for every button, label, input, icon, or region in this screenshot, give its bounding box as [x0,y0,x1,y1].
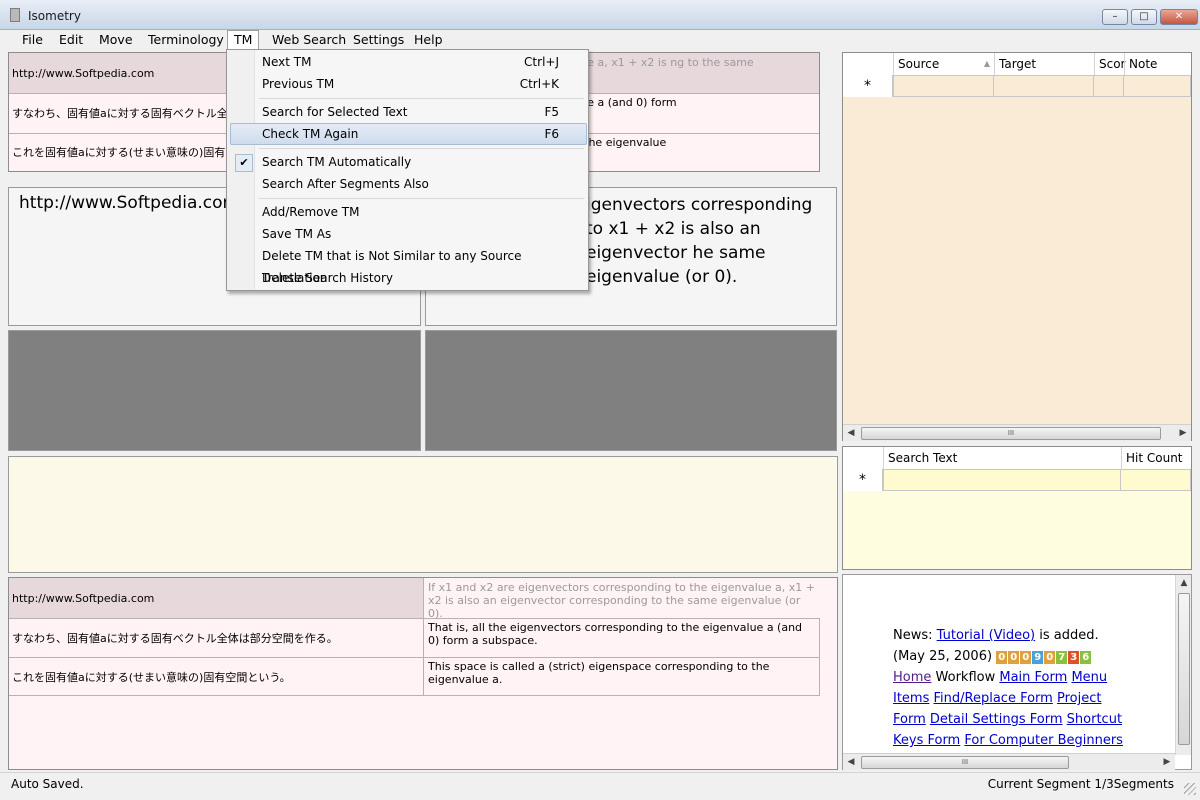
menu-terminology[interactable]: Terminology [142,30,230,50]
segment-position: Current Segment 1/3Segments [987,777,1174,791]
menu-item-save-tm-as[interactable]: Save TM As [230,223,587,245]
link-detail-settings-form[interactable]: Detail Settings Form [930,712,1063,727]
visit-counter: 00090736 [996,649,1092,664]
sort-asc-icon: ▲ [983,59,990,68]
column-header-search-text[interactable]: Search Text [883,447,1121,469]
segment-target: If x1 and x2 are eigenvectors correspond… [424,578,820,620]
checkmark-icon: ✔ [235,154,253,172]
menu-bar: File Edit Move Terminology TM Web Search… [0,30,1200,50]
minimize-button[interactable]: – [1102,9,1128,25]
segment-table: http://www.Softpedia.com If x1 and x2 ar… [8,577,838,770]
new-row-marker: * [843,469,883,491]
window-title: Isometry [28,9,81,23]
counter-digit: 0 [1044,651,1056,664]
column-header-source[interactable]: Source ▲ [893,53,994,75]
link-menu[interactable]: Menu [1071,670,1107,685]
target-preview-pane [425,330,837,451]
menu-settings[interactable]: Settings [347,30,410,50]
menu-edit[interactable]: Edit [53,30,89,50]
segment-target: That is, all the eigenvectors correspond… [428,621,803,647]
link-keys-form[interactable]: Keys Form [893,733,960,748]
counter-digit: 0 [1020,651,1032,664]
link-home[interactable]: Home [893,670,931,685]
counter-digit: 0 [1008,651,1020,664]
column-header-note[interactable]: Note [1124,53,1191,75]
menu-item-add-remove-tm[interactable]: Add/Remove TM [230,201,587,223]
table-row[interactable]: http://www.Softpedia.com If x1 and x2 ar… [9,578,820,620]
scroll-thumb[interactable]: III [861,756,1069,769]
link-find-replace-form[interactable]: Find/Replace Form [934,691,1053,706]
browser-vertical-scrollbar[interactable]: ▲ [1175,575,1191,755]
menu-separator [259,148,584,149]
status-text: Auto Saved. [11,777,84,791]
new-row-hit-count-cell[interactable] [1120,469,1191,491]
link-project[interactable]: Project [1057,691,1101,706]
status-bar: Auto Saved. Current Segment 1/3Segments [0,772,1200,800]
news-content: News: Tutorial (Video) is added. (May 25… [893,628,1123,748]
new-row-marker: * [843,75,893,97]
maximize-button[interactable]: □ [1131,9,1157,25]
link-main-form[interactable]: Main Form [999,670,1067,685]
menu-item-delete-search-history[interactable]: Delete Search History [230,267,587,289]
tutorial-video-link[interactable]: Tutorial (Video) [937,628,1036,643]
menu-separator [259,198,584,199]
segment-source: すなわち、固有値aに対する固有ベクトル全体は部分空間を作る。 [9,618,424,657]
counter-digit: 9 [1032,651,1044,664]
menu-item-search-selected-text[interactable]: Search for Selected Text F5 [230,101,587,123]
new-row-note-cell[interactable] [1123,75,1191,97]
menu-item-next-tm[interactable]: Next TM Ctrl+J [230,51,587,73]
link-shortcut[interactable]: Shortcut [1067,712,1122,727]
column-header-score[interactable]: Scor [1094,53,1126,75]
menu-item-check-tm-again[interactable]: Check TM Again F6 [230,123,587,145]
tm-grid-horizontal-scrollbar[interactable]: ◀ III ▶ [843,424,1191,441]
link-form[interactable]: Form [893,712,926,727]
menu-web-search[interactable]: Web Search [266,30,352,50]
table-row[interactable]: すなわち、固有値aに対する固有ベクトル全体は部分空間を作る。 That is, … [9,618,820,658]
resize-grip-icon[interactable] [1184,783,1196,795]
tm-dropdown-menu: Next TM Ctrl+J Previous TM Ctrl+K Search… [226,49,589,291]
menu-help[interactable]: Help [408,30,449,50]
scroll-left-icon[interactable]: ◀ [843,754,859,770]
browser-horizontal-scrollbar[interactable]: ◀ III ▶ [843,753,1175,770]
scroll-up-icon[interactable]: ▲ [1176,575,1192,591]
segment-target: This space is called a (strict) eigenspa… [428,660,770,686]
segment-source: これを固有値aに対する(せまい意味の)固有空間という。 [9,657,424,696]
link-for-computer-beginners[interactable]: For Computer Beginners [964,733,1123,748]
scroll-thumb[interactable]: III [861,427,1161,440]
menu-item-previous-tm[interactable]: Previous TM Ctrl+K [230,73,587,95]
close-button[interactable]: ✕ [1160,9,1198,25]
column-header-hit-count[interactable]: Hit Count [1121,447,1191,469]
menu-item-search-after-segments[interactable]: Search After Segments Also [230,173,587,195]
menu-file[interactable]: File [16,30,49,50]
title-bar: Isometry – □ ✕ [0,0,1200,30]
menu-item-delete-dissimilar-tm[interactable]: Delete TM that is Not Similar to any Sou… [230,245,587,285]
news-browser-pane: ▲ News: Tutorial (Video) is added. (May … [842,574,1192,770]
table-row[interactable]: これを固有値aに対する(せまい意味の)固有空間という。 This space i… [9,657,820,696]
menu-separator [259,98,584,99]
scroll-left-icon[interactable]: ◀ [843,425,859,441]
link-items[interactable]: Items [893,691,929,706]
new-row-target-cell[interactable] [993,75,1094,97]
scroll-right-icon[interactable]: ▶ [1175,425,1191,441]
counter-digit: 7 [1056,651,1068,664]
app-icon [10,8,20,22]
scroll-thumb[interactable] [1178,593,1190,745]
news-date: (May 25, 2006) [893,649,993,664]
new-row-source-cell[interactable] [893,75,994,97]
source-preview-pane [8,330,421,451]
counter-digit: 3 [1068,651,1080,664]
new-row-score-cell[interactable] [1093,75,1124,97]
segment-source: http://www.Softpedia.com [9,578,424,618]
search-history-grid: Search Text Hit Count * [842,446,1192,570]
notes-pane[interactable] [8,456,838,573]
menu-move[interactable]: Move [93,30,139,50]
menu-tm[interactable]: TM [227,30,260,50]
tm-results-grid: Source ▲ Target Scor Note * ◀ III ▶ [842,52,1192,441]
counter-digit: 0 [996,651,1008,664]
menu-item-search-tm-automatically[interactable]: ✔ Search TM Automatically [230,151,587,173]
scroll-right-icon[interactable]: ▶ [1159,754,1175,770]
new-row-search-text-cell[interactable] [883,469,1121,491]
counter-digit: 6 [1080,651,1092,664]
column-header-target[interactable]: Target [994,53,1094,75]
